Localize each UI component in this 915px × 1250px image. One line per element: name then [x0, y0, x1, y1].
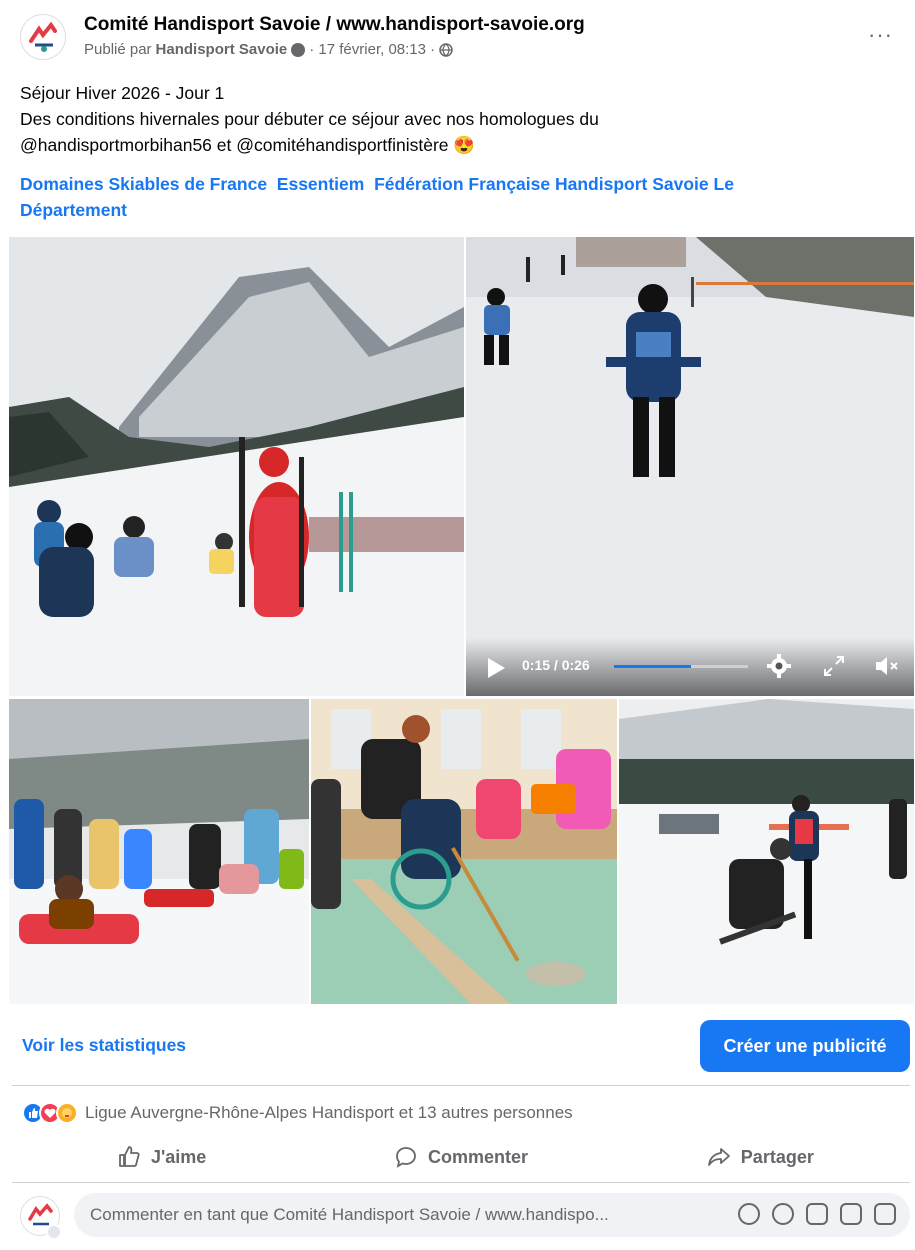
published-by[interactable]: Handisport Savoie	[156, 41, 288, 58]
video-child-skiing[interactable]	[466, 237, 914, 696]
gear-icon[interactable]	[766, 653, 792, 679]
post-line-2: @handisportmorbihan56 et @comitéhandispo…	[20, 135, 476, 155]
avatar-sticker-icon[interactable]	[738, 1203, 760, 1225]
info-icon[interactable]	[291, 42, 306, 57]
comment-label: Commenter	[427, 1146, 528, 1167]
play-icon[interactable]	[488, 658, 505, 678]
photo-indoor-activity[interactable]	[311, 699, 617, 1004]
reactions-text[interactable]: Ligue Auvergne-Rhône-Alpes Handisport et…	[85, 1103, 573, 1123]
photo-skiers-mountain[interactable]	[9, 237, 464, 696]
fullscreen-icon[interactable]	[823, 655, 845, 677]
post-header: Comité Handisport Savoie / www.handispor…	[0, 0, 915, 75]
tag-essentiem[interactable]: Essentiem	[277, 174, 365, 194]
post-meta: Publié par Handisport Savoie · 17 févrie…	[84, 41, 453, 58]
photo-group-snow[interactable]	[9, 699, 309, 1004]
photo-sit-ski[interactable]	[619, 699, 914, 1004]
comment-input[interactable]: Commenter en tant que Comité Handisport …	[74, 1193, 910, 1237]
video-controls: 0:15 / 0:26	[466, 638, 914, 696]
page-avatar[interactable]	[20, 14, 66, 60]
comment-icon	[396, 1147, 416, 1168]
tag-domaines-skiables[interactable]: Domaines Skiables de France	[20, 174, 267, 194]
camera-icon[interactable]	[806, 1203, 828, 1225]
emoji-icon[interactable]	[772, 1203, 794, 1225]
video-progress-fill	[614, 665, 692, 668]
post-text: Séjour Hiver 2026 - Jour 1 Des condition…	[20, 80, 900, 158]
tag-savoie-le[interactable]: Savoie Le	[652, 174, 734, 194]
care-reaction-icon	[56, 1102, 78, 1124]
like-button[interactable]: J'aime	[12, 1135, 311, 1179]
post-actions: J'aime Commenter Partager	[12, 1135, 910, 1179]
tagged-pages: Domaines Skiables de France Essentiem Fé…	[20, 171, 900, 223]
share-button[interactable]: Partager	[611, 1135, 910, 1179]
comment-placeholder: Commenter en tant que Comité Handisport …	[90, 1205, 609, 1224]
more-options-button[interactable]: ···	[868, 22, 893, 48]
post-date[interactable]: · 17 février, 08:13 ·	[309, 41, 435, 58]
post-title: Séjour Hiver 2026 - Jour 1	[20, 83, 225, 103]
tag-ffh[interactable]: Fédération Française Handisport	[374, 174, 647, 194]
comment-tools	[738, 1203, 896, 1225]
published-prefix: Publié par	[84, 41, 152, 58]
globe-icon	[439, 42, 453, 57]
video-time: 0:15 / 0:26	[522, 657, 590, 673]
share-icon	[707, 1148, 730, 1166]
comment-button[interactable]: Commenter	[311, 1135, 610, 1179]
video-progress-bar[interactable]	[614, 665, 748, 668]
like-label: J'aime	[151, 1146, 207, 1167]
view-stats-link[interactable]: Voir les statistiques	[22, 1035, 186, 1056]
create-ad-button[interactable]: Créer une publicité	[700, 1020, 910, 1072]
thumbs-up-icon	[119, 1146, 140, 1167]
tag-departement[interactable]: Département	[20, 200, 127, 220]
post-line-1: Des conditions hivernales pour débuter c…	[20, 109, 599, 129]
share-label: Partager	[740, 1146, 814, 1167]
reactions-summary[interactable]: Ligue Auvergne-Rhône-Alpes Handisport et…	[22, 1100, 573, 1126]
sticker-icon[interactable]	[874, 1203, 896, 1225]
page-name[interactable]: Comité Handisport Savoie / www.handispor…	[84, 14, 585, 36]
gif-icon[interactable]	[840, 1203, 862, 1225]
chevron-down-icon[interactable]	[46, 1224, 62, 1240]
divider	[12, 1182, 910, 1183]
divider	[12, 1085, 910, 1086]
volume-muted-icon[interactable]	[874, 654, 900, 678]
